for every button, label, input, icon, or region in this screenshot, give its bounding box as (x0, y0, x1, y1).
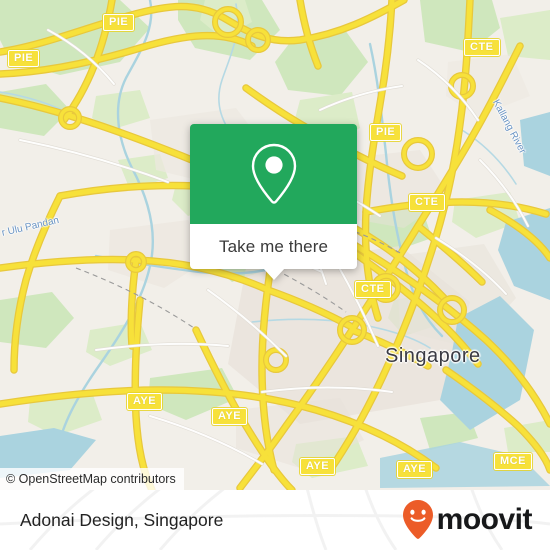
highway-shield-pie: PIE (370, 124, 402, 141)
popup-pointer-tail (262, 268, 285, 280)
highway-shield-pie: PIE (8, 50, 40, 67)
highway-shield-aye: AYE (212, 408, 248, 425)
highway-shield-pie: PIE (103, 14, 135, 31)
popup-pin-panel (190, 124, 357, 224)
page-title: Adonai Design, Singapore (20, 509, 224, 530)
moovit-wordmark: moovit (436, 503, 533, 536)
moovit-brand-logo[interactable]: moovit (401, 499, 533, 541)
highway-shield-aye: AYE (397, 461, 433, 478)
highway-shield-aye: AYE (127, 393, 163, 410)
map-viewport[interactable]: .land { fill:#f2efe9; } .park { fill:#cf… (0, 0, 550, 490)
highway-shield-cte: CTE (409, 194, 445, 211)
osm-attribution-text: © OpenStreetMap contributors (6, 472, 176, 486)
popup-cta-panel[interactable]: Take me there (190, 224, 357, 269)
highway-shield-cte: CTE (464, 39, 500, 56)
map-pin-icon (251, 143, 296, 204)
highway-shield-cte: CTE (355, 281, 391, 298)
map-label-singapore: Singapore (385, 345, 481, 367)
take-me-there-label: Take me there (218, 236, 329, 256)
map-screenshot-root: .land { fill:#f2efe9; } .park { fill:#cf… (0, 0, 550, 550)
footer-bar: Adonai Design, Singapore moovit (0, 490, 550, 550)
osm-attribution[interactable]: © OpenStreetMap contributors (0, 468, 184, 490)
highway-shield-mce: MCE (494, 453, 532, 470)
highway-shield-aye: AYE (300, 458, 336, 475)
location-popup-card[interactable]: Take me there (190, 124, 357, 280)
moovit-smiley-pin-icon (402, 500, 433, 539)
